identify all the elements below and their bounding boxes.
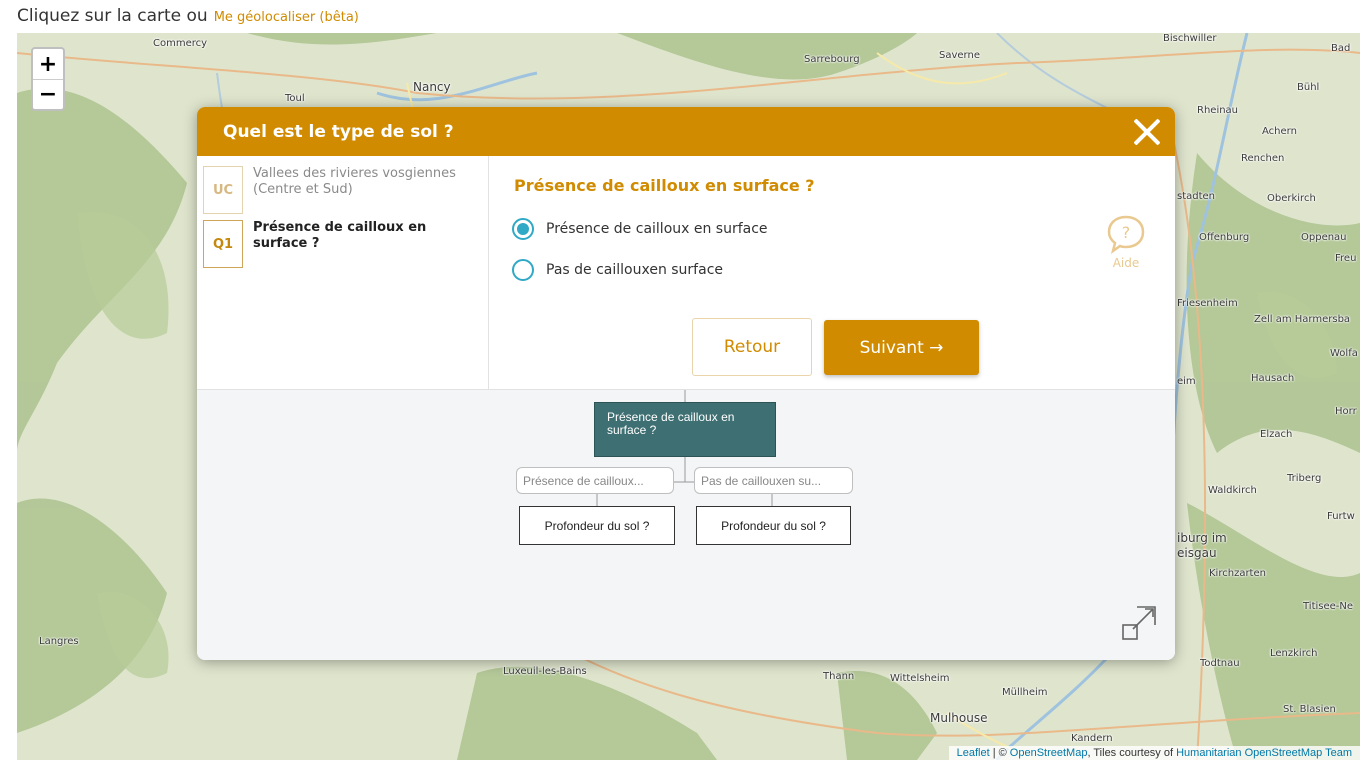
place-label: Hausach [1251, 373, 1295, 384]
step-code: Q1 [203, 220, 243, 268]
place-label: Waldkirch [1208, 485, 1257, 496]
question-title: Présence de cailloux en surface ? [514, 176, 815, 195]
place-label: Triberg [1287, 473, 1322, 484]
next-button[interactable]: Suivant → [824, 320, 979, 375]
place-label: St. Blasien [1283, 704, 1336, 715]
option-label: Présence de cailloux en surface [546, 221, 768, 237]
help-icon: ? [1107, 215, 1145, 254]
place-label: Mulhouse [930, 711, 988, 725]
zoom-out-button[interactable]: − [33, 79, 63, 109]
place-label: Commercy [153, 38, 208, 49]
back-button[interactable]: Retour [692, 318, 812, 376]
tree-node-current[interactable]: Présence de cailloux en surface ? [594, 402, 776, 457]
radio-button[interactable] [512, 218, 534, 240]
tree-node-option[interactable]: Pas de caillouxen su... [694, 467, 853, 494]
place-label: Zell am Harmersba [1254, 314, 1351, 325]
place-label: Saverne [939, 50, 980, 61]
place-label: Oberkirch [1267, 193, 1316, 204]
place-label: Luxeuil-les-Bains [503, 666, 587, 677]
place-label: Kirchzarten [1209, 568, 1266, 579]
help-label: Aide [1112, 256, 1140, 270]
osm-link[interactable]: OpenStreetMap [1010, 747, 1088, 759]
place-label: Toul [285, 93, 305, 104]
zoom-in-button[interactable]: + [33, 49, 63, 79]
place-label: Offenburg [1199, 232, 1250, 243]
place-label: Kandern [1071, 733, 1113, 744]
attribution-tiles-text: , Tiles courtesy of [1087, 747, 1174, 759]
instruction-line: Cliquez sur la carte ou Me géolocaliser … [17, 6, 359, 32]
hot-link[interactable]: Humanitarian OpenStreetMap Team [1176, 747, 1352, 759]
attribution-separator: | © [992, 747, 1007, 759]
step-label: Vallees des rivieres vosgiennes (Centre … [253, 166, 456, 197]
place-label: Bad [1331, 43, 1351, 54]
place-label: Achern [1262, 126, 1297, 137]
option-no-stones[interactable]: Pas de caillouxen surface [512, 259, 723, 281]
step-item-q1[interactable]: Q1 Présence de cailloux en surface ? [203, 220, 482, 268]
place-label: Titisee-Ne [1303, 601, 1354, 612]
place-label: Furtw [1327, 511, 1355, 522]
place-label: iburg im [1177, 531, 1227, 545]
svg-text:?: ? [1122, 223, 1131, 242]
geolocate-link[interactable]: Me géolocaliser (bêta) [214, 10, 359, 25]
help-button[interactable]: ? Aide [1102, 214, 1150, 270]
step-item-uc[interactable]: UC Vallees des rivieres vosgiennes (Cent… [203, 166, 482, 214]
place-label: eim [1177, 376, 1196, 387]
place-label: Sarrebourg [804, 54, 860, 65]
option-label: Pas de caillouxen surface [546, 262, 724, 278]
tree-node-child[interactable]: Profondeur du sol ? [519, 506, 675, 545]
dialog-header: Quel est le type de sol ? [197, 107, 1175, 156]
place-label: Langres [39, 636, 79, 647]
place-label: Thann [823, 671, 855, 682]
dialog-body: UC Vallees des rivieres vosgiennes (Cent… [197, 156, 1175, 390]
place-label: Friesenheim [1177, 298, 1238, 309]
step-history: UC Vallees des rivieres vosgiennes (Cent… [197, 156, 489, 390]
place-label: Nancy [413, 80, 451, 94]
option-stones-present[interactable]: Présence de cailloux en surface [512, 218, 768, 240]
radio-button[interactable] [512, 259, 534, 281]
place-label: Müllheim [1002, 687, 1048, 698]
place-label: Renchen [1241, 153, 1285, 164]
place-label: Wolfa [1330, 348, 1358, 359]
decision-tree: Présence de cailloux en surface ? Présen… [197, 390, 1175, 660]
place-label: Wittelsheim [890, 673, 950, 684]
place-label: Elzach [1260, 429, 1293, 440]
place-label: Bischwiller [1163, 33, 1217, 44]
zoom-control: + − [31, 47, 65, 111]
place-label: Todtnau [1200, 658, 1240, 669]
step-label: Présence de cailloux en surface ? [253, 220, 427, 251]
place-label: Lenzkirch [1270, 648, 1318, 659]
tree-node-option[interactable]: Présence de cailloux... [516, 467, 674, 494]
instruction-text: Cliquez sur la carte ou [17, 6, 208, 26]
soil-type-dialog: Quel est le type de sol ? UC Vallees des… [197, 107, 1175, 660]
tree-node-child[interactable]: Profondeur du sol ? [696, 506, 851, 545]
place-label: eisgau [1177, 546, 1217, 560]
place-label: Horr [1335, 406, 1357, 417]
place-label: Bühl [1297, 82, 1320, 93]
expand-icon[interactable] [1121, 605, 1157, 641]
leaflet-link[interactable]: Leaflet [957, 747, 990, 759]
place-label: Oppenau [1301, 232, 1347, 243]
place-label: Rheinau [1197, 105, 1239, 116]
map-attribution: Leaflet | © OpenStreetMap, Tiles courtes… [948, 746, 1360, 760]
place-label: Freu [1335, 253, 1357, 264]
close-icon[interactable] [1133, 118, 1161, 146]
place-label: stadten [1177, 191, 1216, 202]
dialog-title: Quel est le type de sol ? [223, 121, 454, 142]
step-code: UC [203, 166, 243, 214]
